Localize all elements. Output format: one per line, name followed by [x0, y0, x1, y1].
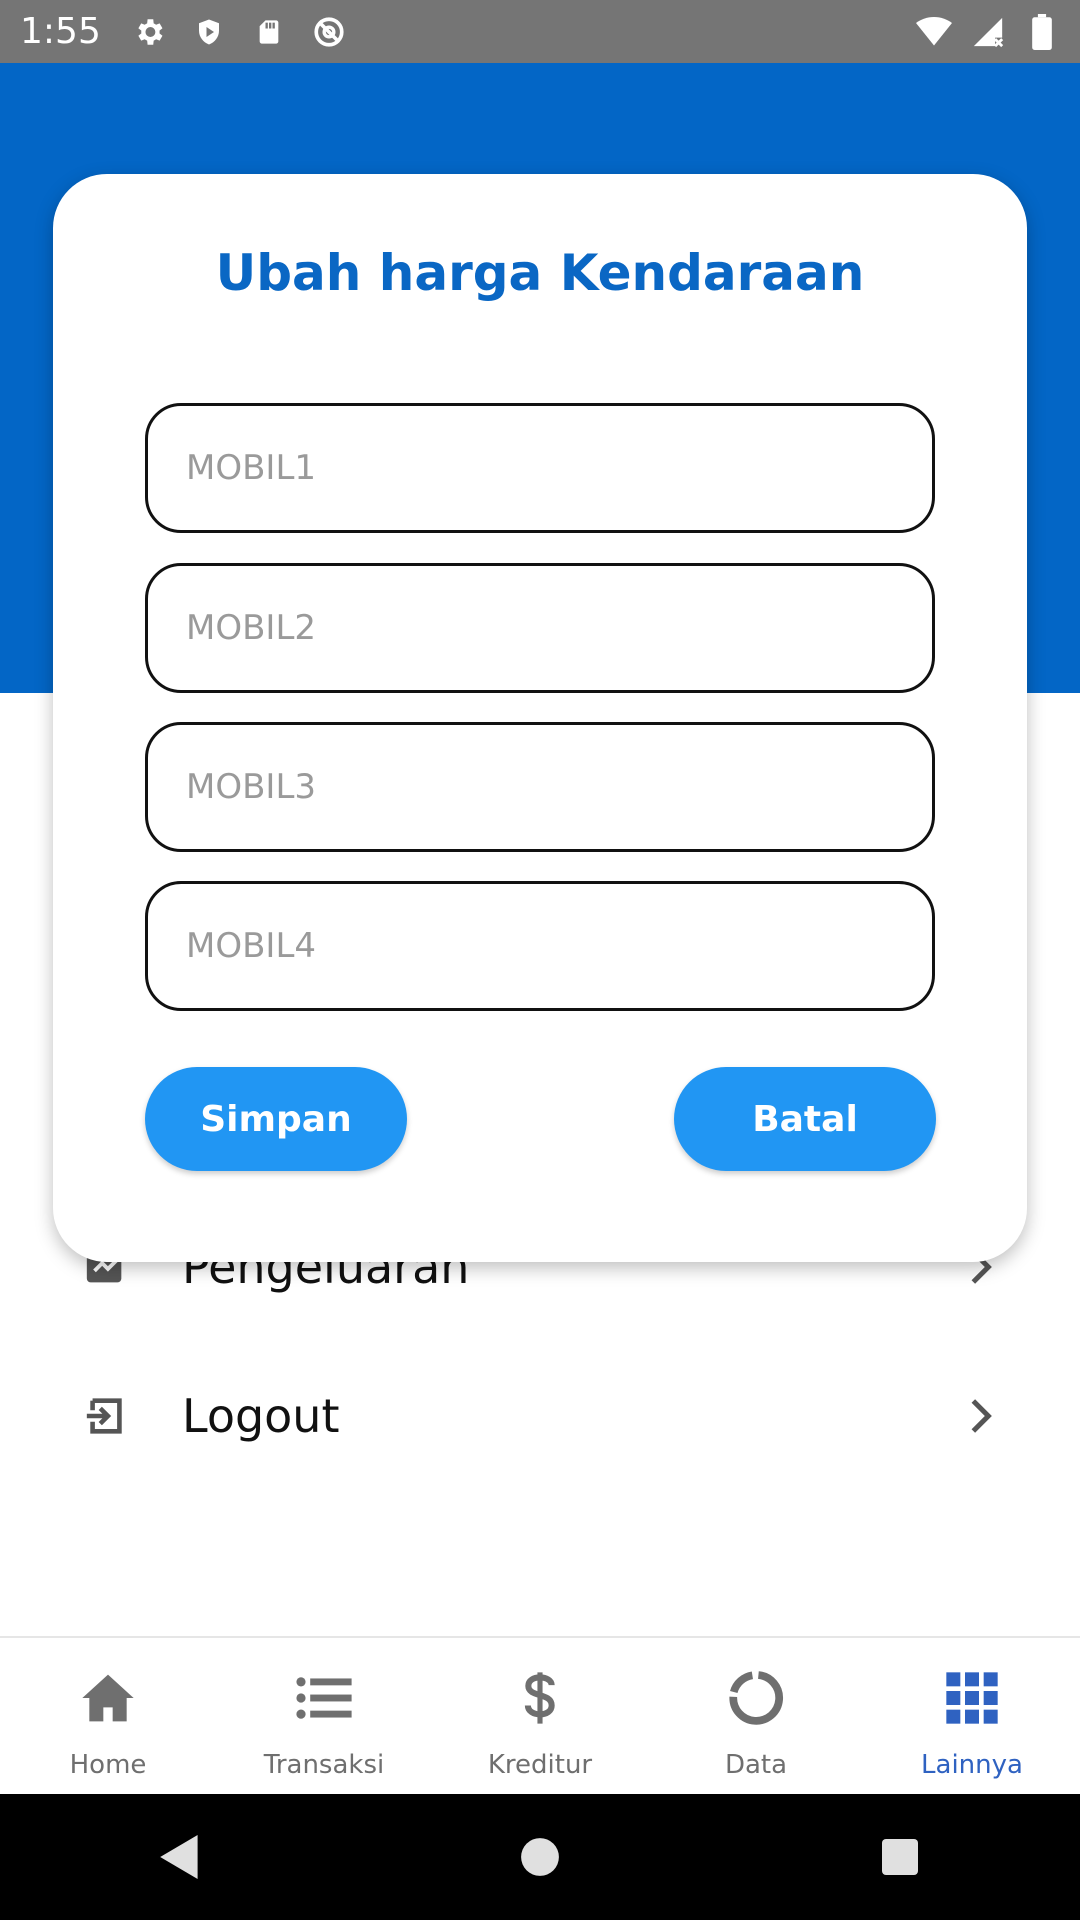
list-icon	[294, 1668, 354, 1728]
menu-item-label: Logout	[182, 1389, 340, 1443]
nav-item-home[interactable]: Home	[0, 1638, 216, 1796]
grid-icon	[942, 1668, 1002, 1728]
sd-card-icon	[251, 14, 287, 50]
nav-item-lainnya[interactable]: Lainnya	[864, 1638, 1080, 1796]
save-button[interactable]: Simpan	[145, 1067, 407, 1171]
nav-item-data[interactable]: Data	[648, 1638, 864, 1796]
mobil4-field[interactable]	[145, 881, 935, 1011]
donut-chart-icon	[726, 1668, 786, 1728]
wifi-icon	[916, 14, 952, 50]
signal-icon	[970, 14, 1006, 50]
nav-label: Kreditur	[487, 1750, 593, 1780]
chevron-right-icon	[960, 1396, 1000, 1436]
logout-icon	[80, 1390, 132, 1442]
mobil3-input[interactable]	[148, 725, 932, 849]
nav-item-transaksi[interactable]: Transaksi	[216, 1638, 432, 1796]
mobil3-field[interactable]	[145, 722, 935, 852]
edit-price-dialog: Ubah harga Kendaraan Simpan Batal	[53, 174, 1027, 1262]
mobil4-input[interactable]	[148, 884, 932, 1008]
home-icon	[78, 1668, 138, 1728]
bottom-navigation: Home Transaksi Kreditur Data Lainnya	[0, 1636, 1080, 1796]
nav-item-kreditur[interactable]: Kreditur	[432, 1638, 648, 1796]
nav-label: Lainnya	[921, 1750, 1023, 1780]
status-time: 1:55	[20, 11, 101, 52]
nav-label: Transaksi	[263, 1750, 385, 1780]
cancel-button[interactable]: Batal	[674, 1067, 936, 1171]
mobil2-field[interactable]	[145, 563, 935, 693]
mobil2-input[interactable]	[148, 566, 932, 690]
settings-icon	[131, 14, 167, 50]
shield-icon	[191, 14, 227, 50]
at-sign-icon	[311, 14, 347, 50]
home-circle-icon[interactable]	[510, 1827, 570, 1887]
status-left-icons	[131, 14, 347, 50]
nav-label: Data	[724, 1750, 788, 1780]
dialog-title: Ubah harga Kendaraan	[215, 244, 865, 302]
mobil1-field[interactable]	[145, 403, 935, 533]
recents-square-icon[interactable]	[870, 1827, 930, 1887]
app-screen: 1:55 Pengeluaran Logout Ubah harga Kenda…	[0, 0, 1080, 1920]
dollar-icon	[510, 1668, 570, 1728]
nav-label: Home	[69, 1750, 147, 1780]
status-bar: 1:55	[0, 0, 1080, 63]
back-icon[interactable]	[150, 1827, 210, 1887]
system-navigation-bar	[0, 1794, 1080, 1920]
mobil1-input[interactable]	[148, 406, 932, 530]
battery-icon	[1024, 13, 1060, 50]
menu-item-logout[interactable]: Logout	[0, 1356, 1080, 1476]
status-right-icons	[916, 13, 1060, 50]
